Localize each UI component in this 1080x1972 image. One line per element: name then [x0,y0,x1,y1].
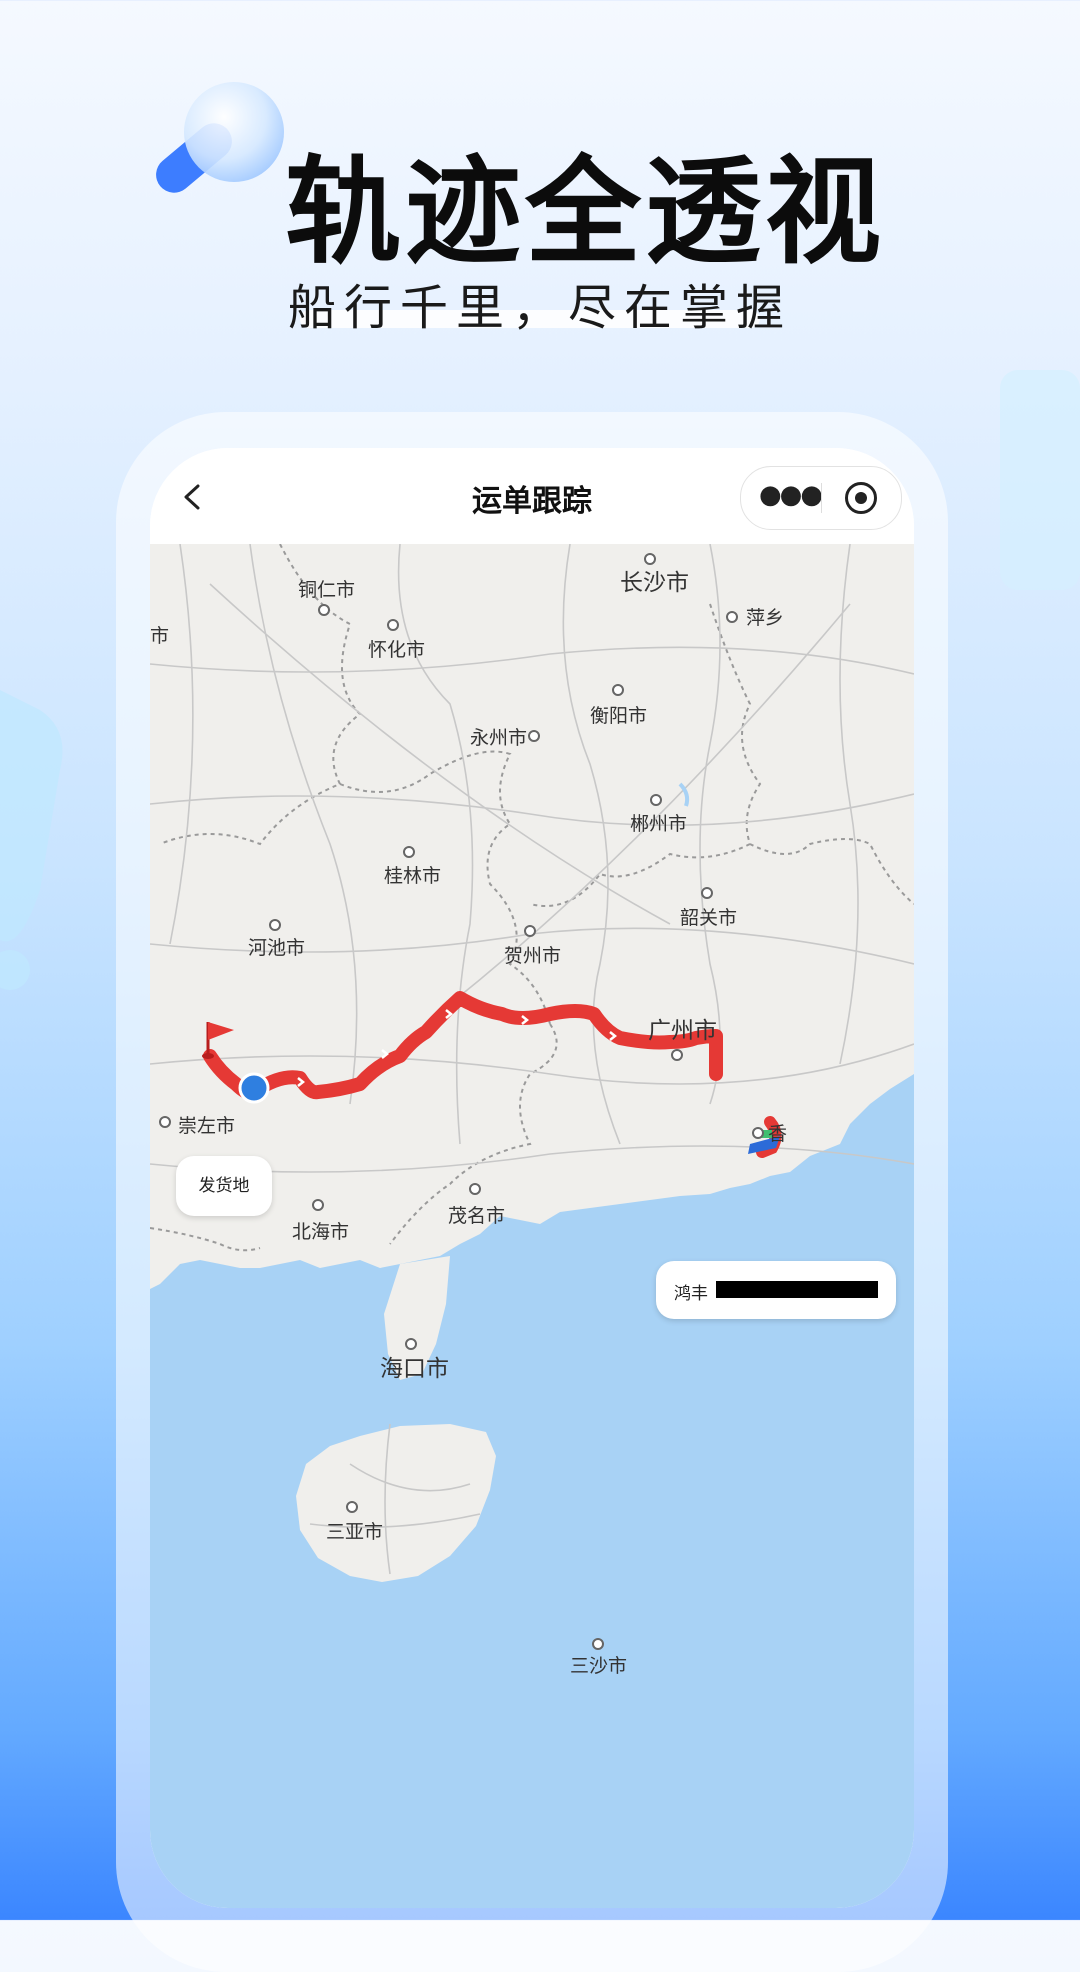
target-icon[interactable] [845,482,877,514]
map-view[interactable]: 铜仁市 长沙市 萍乡 怀化市 市 衡阳市 永州市 郴州市 桂林市 韶关市 河池市… [150,543,914,1908]
city-label: 铜仁市 [298,579,355,601]
city-label: 怀化市 [368,639,425,661]
city-label: 三亚市 [326,1521,383,1543]
puzzle-left-icon [0,690,63,990]
city-label: 香 [768,1123,787,1145]
hero-title: 轨迹全透视 [285,145,885,280]
phone-screen: 运单跟踪 ●●● 铜仁市 长沙市 萍乡 怀化市 市 衡阳市 永州市 郴州市 桂林… [150,448,914,1908]
city-label: 河池市 [248,937,305,959]
puzzle-right-icon [1000,370,1080,590]
city-label: 韶关市 [680,907,737,929]
city-label: 永州市 [470,727,527,749]
city-label: 郴州市 [630,813,687,835]
destination-label: 鸿丰 [674,1284,708,1304]
city-label: 崇左市 [178,1115,235,1137]
more-dots-icon[interactable]: ●●● [759,467,823,529]
mini-program-capsule: ●●● [740,466,902,530]
city-label: 北海市 [292,1221,349,1243]
city-label: 贺州市 [504,945,561,967]
capsule-divider [821,483,822,513]
city-label: 海口市 [380,1356,449,1382]
city-label: 三沙市 [570,1655,627,1677]
current-position-marker[interactable] [238,1072,270,1104]
origin-bubble: 发货地 [176,1156,272,1216]
city-label: 萍乡 [746,607,784,629]
city-label: 广州市 [648,1018,717,1044]
city-label: 衡阳市 [590,705,647,727]
city-label: 市 [150,625,169,647]
city-label: 茂名市 [448,1205,505,1227]
city-label: 长沙市 [620,570,689,596]
city-label: 桂林市 [384,865,441,887]
redacted-text [716,1281,878,1298]
hero-subtitle: 船行千里，尽在掌握 [287,280,792,336]
nav-bar: 运单跟踪 ●●● [150,448,914,544]
destination-bubble: 鸿丰 [656,1261,896,1319]
map-canvas[interactable]: 铜仁市 长沙市 萍乡 怀化市 市 衡阳市 永州市 郴州市 桂林市 韶关市 河池市… [150,543,914,1908]
